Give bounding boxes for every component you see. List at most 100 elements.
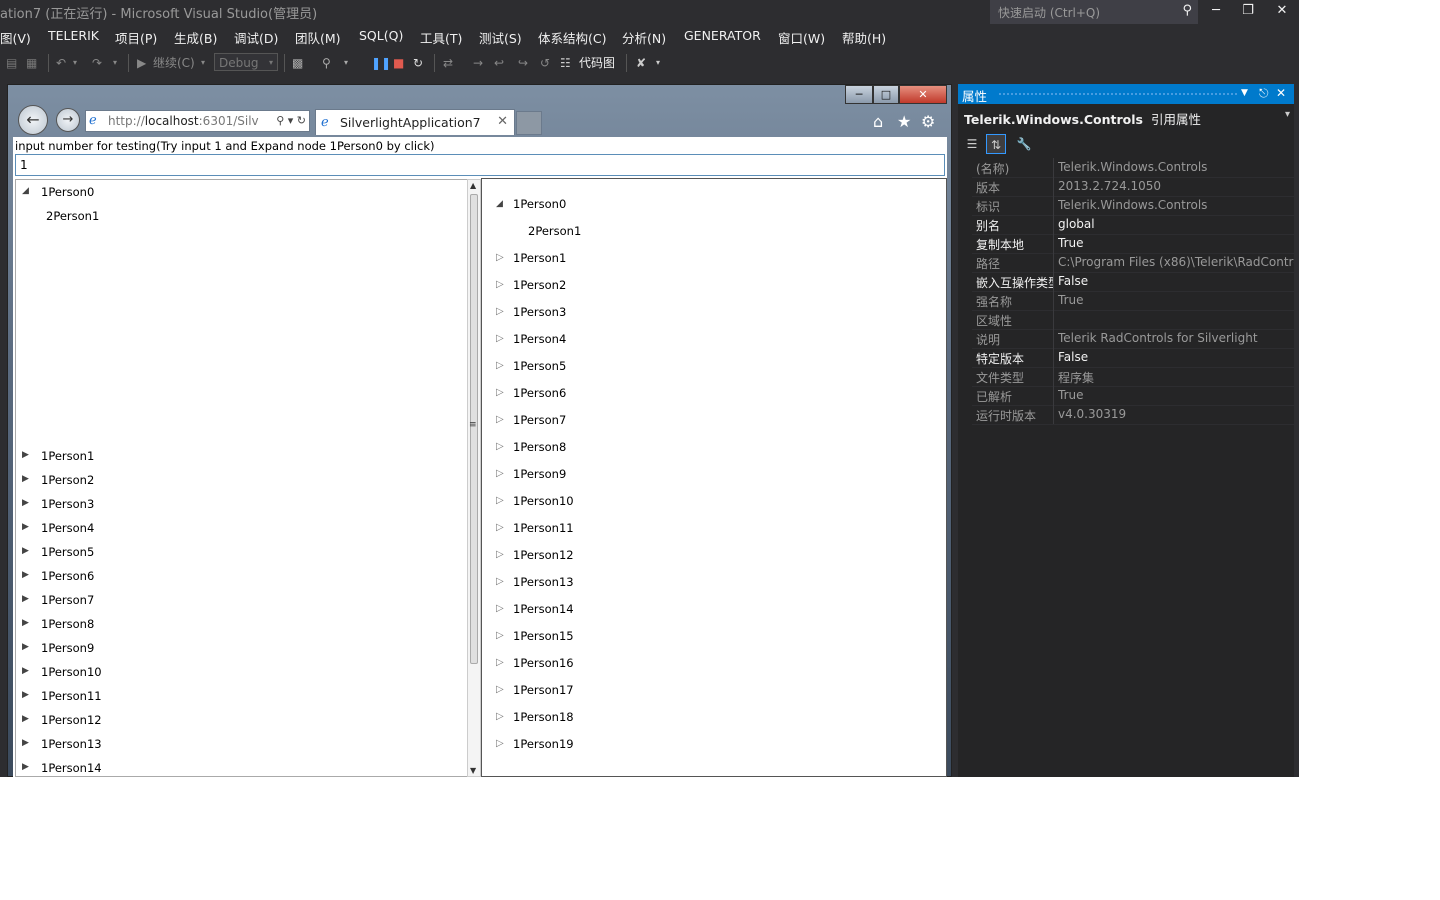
tree-node[interactable]: 1Person9	[513, 467, 566, 481]
menu-item[interactable]: 分析(N)	[622, 28, 666, 47]
property-row[interactable]: 路径 C:\Program Files (x86)\Telerik\RadCont…	[972, 253, 1294, 273]
menu-item[interactable]: 项目(P)	[115, 28, 157, 47]
scroll-down-arrow-icon[interactable]: ▼	[470, 766, 476, 775]
collapsed-triangle-icon[interactable]: ▷	[496, 387, 504, 398]
tools-gear-icon[interactable]: ⚙	[921, 112, 935, 131]
collapsed-triangle-icon[interactable]: ▷	[496, 738, 504, 749]
menu-item[interactable]: TELERIK	[48, 28, 99, 43]
collapsed-triangle-icon[interactable]: ▷	[496, 468, 504, 479]
number-input[interactable]: 1	[15, 154, 945, 176]
alphabetical-icon[interactable]: ⇅	[986, 134, 1006, 154]
chevron-down-icon[interactable]: ▾	[288, 114, 294, 127]
collapsed-triangle-icon[interactable]: ▷	[496, 576, 504, 587]
property-row[interactable]: 强名称 True	[972, 291, 1294, 311]
collapsed-triangle-icon[interactable]: ▷	[496, 657, 504, 668]
tree-node[interactable]: 1Person3	[513, 305, 566, 319]
collapsed-triangle-icon[interactable]: ▶	[22, 498, 29, 508]
collapsed-triangle-icon[interactable]: ▶	[22, 618, 29, 628]
attach-process-icon[interactable]: ▩	[292, 53, 303, 73]
collapsed-triangle-icon[interactable]: ▷	[496, 252, 504, 263]
collapsed-triangle-icon[interactable]: ▶	[22, 690, 29, 700]
solution-config-combo[interactable]: Debug ▾	[214, 53, 278, 71]
tree-node[interactable]: 1Person1	[513, 251, 566, 265]
search-icon[interactable]: ⚲	[276, 114, 284, 127]
tree-node[interactable]: 1Person4	[513, 332, 566, 346]
menu-item[interactable]: 体系结构(C)	[538, 28, 606, 47]
address-bar[interactable]: ℯ http://localhost:6301/Silv ⚲ ▾ ↻	[85, 110, 310, 132]
tree-node[interactable]: 1Person1	[41, 449, 94, 463]
tree-node[interactable]: 1Person5	[513, 359, 566, 373]
collapsed-triangle-icon[interactable]: ▷	[496, 360, 504, 371]
tree-node[interactable]: 1Person13	[513, 575, 574, 589]
tree-node[interactable]: 1Person11	[513, 521, 574, 535]
collapsed-triangle-icon[interactable]: ▶	[22, 594, 29, 604]
property-row[interactable]: 区域性	[972, 310, 1294, 330]
categorized-icon[interactable]: ☰	[962, 134, 982, 154]
close-icon[interactable]: ✕	[1268, 1, 1296, 21]
collapsed-triangle-icon[interactable]: ▷	[496, 333, 504, 344]
property-row[interactable]: 版本 2013.2.724.1050	[972, 177, 1294, 197]
collapsed-triangle-icon[interactable]: ▶	[22, 570, 29, 580]
chevron-down-icon[interactable]: ▾	[1285, 109, 1290, 120]
step-over-icon[interactable]: ↩	[494, 53, 504, 73]
tree-node[interactable]: 1Person14	[513, 602, 574, 616]
minimize-icon[interactable]: ─	[1202, 1, 1230, 21]
expanded-triangle-icon[interactable]: ◢	[496, 199, 503, 209]
collapsed-triangle-icon[interactable]: ▷	[496, 522, 504, 533]
property-row[interactable]: 已解析 True	[972, 386, 1294, 406]
collapsed-triangle-icon[interactable]: ▷	[496, 630, 504, 641]
browser-maximize-icon[interactable]: □	[873, 85, 899, 104]
tree-node[interactable]: 1Person12	[513, 548, 574, 562]
codemap-icon[interactable]: ☷	[560, 53, 571, 73]
tree-node[interactable]: 1Person9	[41, 641, 94, 655]
collapsed-triangle-icon[interactable]: ▶	[22, 522, 29, 532]
step-out-icon[interactable]: ↪	[518, 53, 528, 73]
tree-node[interactable]: 1Person13	[41, 737, 102, 751]
property-value[interactable]: False	[1058, 274, 1294, 288]
collapsed-triangle-icon[interactable]: ▷	[496, 306, 504, 317]
property-row[interactable]: (名称) Telerik.Windows.Controls	[972, 158, 1294, 178]
tree-node[interactable]: 1Person7	[513, 413, 566, 427]
property-row[interactable]: 特定版本 False	[972, 348, 1294, 368]
step-back-icon[interactable]: ↺	[540, 53, 550, 73]
collapsed-triangle-icon[interactable]: ▷	[496, 495, 504, 506]
tree-node[interactable]: 1Person19	[513, 737, 574, 751]
browser-close-icon[interactable]: ✕	[899, 85, 947, 104]
tree-node[interactable]: 1Person2	[41, 473, 94, 487]
tree-node[interactable]: 1Person18	[513, 710, 574, 724]
codemap-button[interactable]: 代码图	[579, 53, 615, 73]
search-icon[interactable]: ⚲	[1182, 3, 1192, 18]
property-row[interactable]: 文件类型 程序集	[972, 367, 1294, 387]
forward-arrow-icon[interactable]: →	[56, 108, 80, 132]
show-next-statement-icon[interactable]: ⇄	[443, 53, 453, 73]
collapsed-triangle-icon[interactable]: ▷	[496, 414, 504, 425]
tree-node[interactable]: 1Person2	[513, 278, 566, 292]
collapsed-triangle-icon[interactable]: ▷	[496, 549, 504, 560]
menu-item[interactable]: 调试(D)	[234, 28, 278, 47]
redo-icon[interactable]: ↷	[92, 53, 102, 73]
close-icon[interactable]: ✕	[1276, 86, 1286, 100]
collapsed-triangle-icon[interactable]: ▶	[22, 642, 29, 652]
new-tab-button[interactable]	[516, 111, 542, 135]
restore-icon[interactable]: ❐	[1234, 1, 1262, 21]
back-arrow-icon[interactable]: ←	[18, 105, 48, 135]
tree-node[interactable]: 1Person16	[513, 656, 574, 670]
collapsed-triangle-icon[interactable]: ▷	[496, 711, 504, 722]
tree-node[interactable]: 1Person6	[513, 386, 566, 400]
collapsed-triangle-icon[interactable]: ▷	[496, 603, 504, 614]
property-pages-icon[interactable]: 🔧	[1014, 134, 1034, 154]
redo-dropdown-icon[interactable]: ▾	[113, 53, 117, 73]
restart-icon[interactable]: ↻	[413, 53, 423, 73]
tree-node[interactable]: 1Person11	[41, 689, 102, 703]
menu-item[interactable]: 生成(B)	[174, 28, 217, 47]
collapsed-triangle-icon[interactable]: ▶	[22, 714, 29, 724]
continue-play-icon[interactable]: ▶	[137, 53, 146, 73]
home-icon[interactable]: ⌂	[873, 112, 883, 131]
property-row[interactable]: 复制本地 True	[972, 234, 1294, 254]
collapsed-triangle-icon[interactable]: ▷	[496, 279, 504, 290]
collapsed-triangle-icon[interactable]: ▶	[22, 762, 29, 772]
tree-node[interactable]: 1Person7	[41, 593, 94, 607]
property-row[interactable]: 嵌入互操作类型 False	[972, 272, 1294, 292]
save-all-icon[interactable]: ▦	[26, 53, 37, 73]
menu-item[interactable]: GENERATOR	[684, 28, 761, 43]
